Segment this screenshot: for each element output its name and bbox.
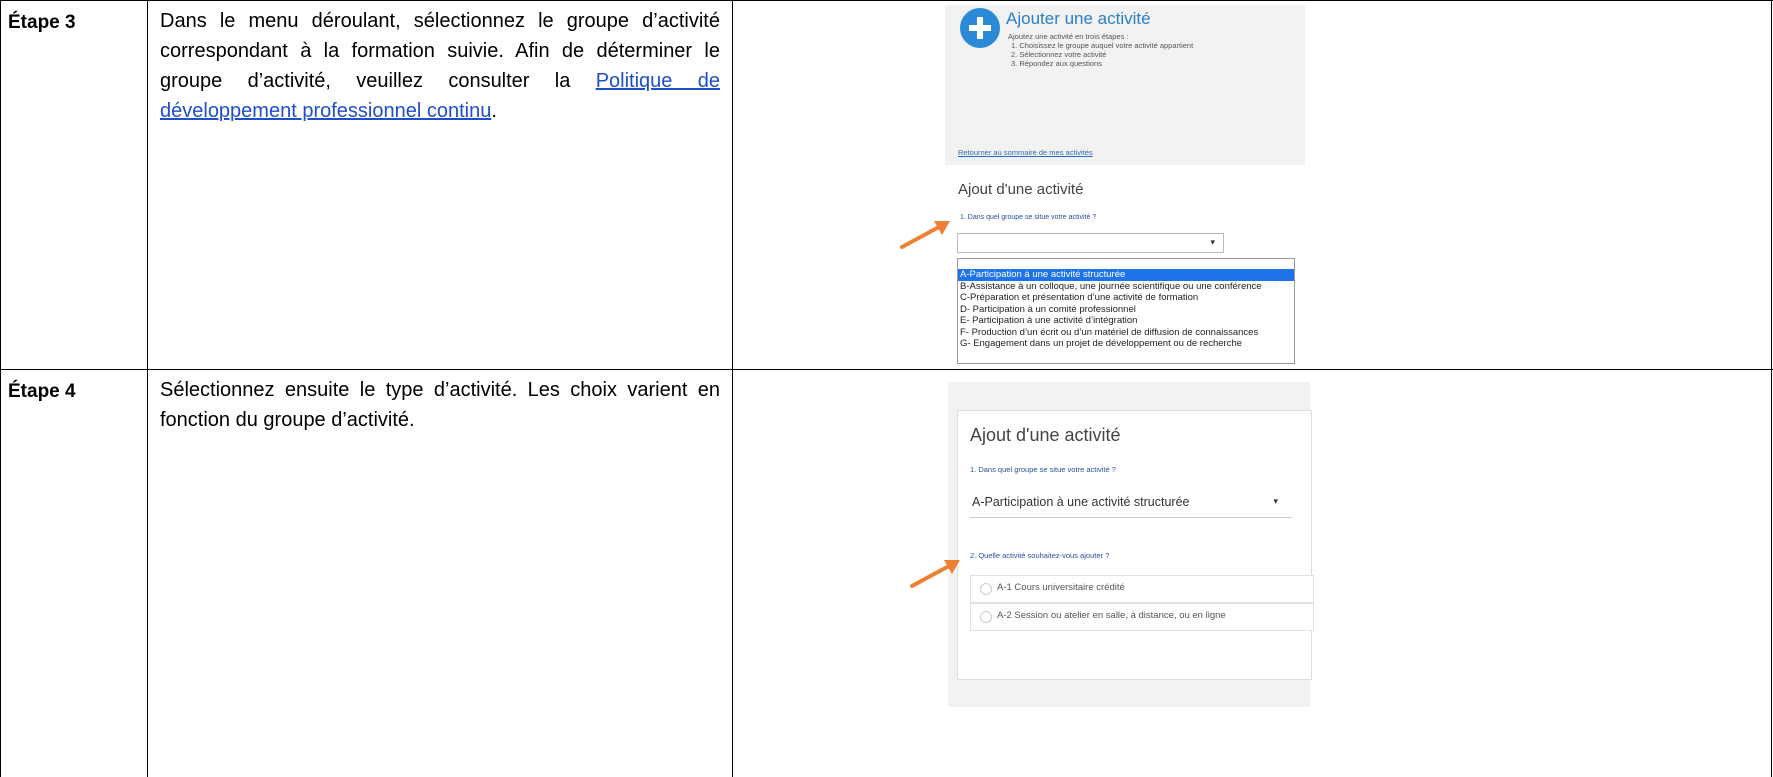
add-activity-intro: Ajoutez une activité en trois étapes : — [1008, 32, 1129, 41]
screenshot-step-4: Ajout d'une activité 1. Dans quel groupe… — [948, 382, 1314, 707]
dropdown-arrow-icon: ▾ — [1210, 237, 1215, 247]
step-3-text: Dans le menu déroulant, sélectionnez le … — [160, 6, 720, 126]
dropdown-arrow-icon: ▾ — [1273, 496, 1278, 506]
activity-option-a1[interactable]: A-1 Cours universitaire crédité — [970, 575, 1314, 603]
table-border-right — [1771, 0, 1772, 777]
step-3-label: Étape 3 — [8, 12, 76, 33]
radio-button-icon[interactable] — [980, 583, 992, 595]
add-activity-heading: Ajout d'une activité — [970, 425, 1121, 445]
group-select-value: A-Participation à une activité structuré… — [972, 495, 1190, 509]
radio-button-icon[interactable] — [980, 611, 992, 623]
table-col-divider-2 — [732, 0, 733, 777]
add-activity-header: Ajouter une activité Ajoutez une activit… — [945, 5, 1305, 165]
group-option-c[interactable]: C-Préparation et présentation d’une acti… — [958, 292, 1294, 304]
arrow-pointer-icon — [900, 221, 950, 249]
group-option-a[interactable]: A-Participation à une activité structuré… — [958, 269, 1294, 281]
plus-circle-icon[interactable] — [960, 8, 1000, 48]
add-activity-card: Ajout d'une activité 1. Dans quel groupe… — [957, 410, 1314, 680]
add-activity-step-1: 1. Choisissez le groupe auquel votre act… — [1011, 41, 1194, 50]
table-row-divider — [0, 369, 1773, 370]
return-summary-link[interactable]: Retourner au sommaire de mes activités — [958, 148, 1093, 157]
add-activity-heading: Ajout d'une activité — [958, 181, 1084, 198]
activity-question: 2. Quelle activité souhaitez-vous ajoute… — [970, 551, 1110, 560]
step-3-period: . — [491, 100, 497, 122]
group-option-f[interactable]: F- Production d’un écrit ou d’un matérie… — [958, 327, 1294, 339]
group-dropdown-list[interactable]: A-Participation à une activité structuré… — [957, 258, 1295, 364]
add-activity-title: Ajouter une activité — [1006, 9, 1151, 28]
activity-option-label: A-2 Session ou atelier en salle, à dista… — [997, 610, 1226, 621]
add-activity-step-3: 3. Répondez aux questions — [1011, 59, 1102, 68]
group-option-b[interactable]: B-Assistance à un colloque, une journée … — [958, 281, 1294, 293]
group-option-g[interactable]: G- Engagement dans un projet de développ… — [958, 338, 1294, 350]
table-border-left — [0, 0, 1, 777]
activity-option-a2[interactable]: A-2 Session ou atelier en salle, à dista… — [970, 603, 1314, 631]
group-option-d[interactable]: D- Participation à un comité professionn… — [958, 304, 1294, 316]
step-4-label: Étape 4 — [8, 381, 76, 402]
instruction-table: Étape 3 Dans le menu déroulant, sélectio… — [0, 0, 1773, 777]
table-border-top — [0, 0, 1773, 1]
arrow-pointer-icon — [910, 560, 960, 588]
add-activity-step-2: 2. Sélectionnez votre activité — [1011, 50, 1107, 59]
screenshot-step-3: Ajouter une activité Ajoutez une activit… — [945, 5, 1305, 364]
table-col-divider-1 — [147, 0, 148, 777]
group-select[interactable]: ▾ — [957, 233, 1224, 253]
step-4-text: Sélectionnez ensuite le type d’activité.… — [160, 379, 720, 431]
group-question: 1. Dans quel groupe se situe votre activ… — [970, 465, 1116, 474]
group-select[interactable]: A-Participation à une activité structuré… — [970, 487, 1292, 518]
activity-option-label: A-1 Cours universitaire crédité — [997, 582, 1125, 593]
dropdown-blank-option[interactable] — [958, 259, 1294, 269]
group-question: 1. Dans quel groupe se situe votre activ… — [960, 214, 1097, 221]
group-option-e[interactable]: E- Participation à une activité d’intégr… — [958, 315, 1294, 327]
